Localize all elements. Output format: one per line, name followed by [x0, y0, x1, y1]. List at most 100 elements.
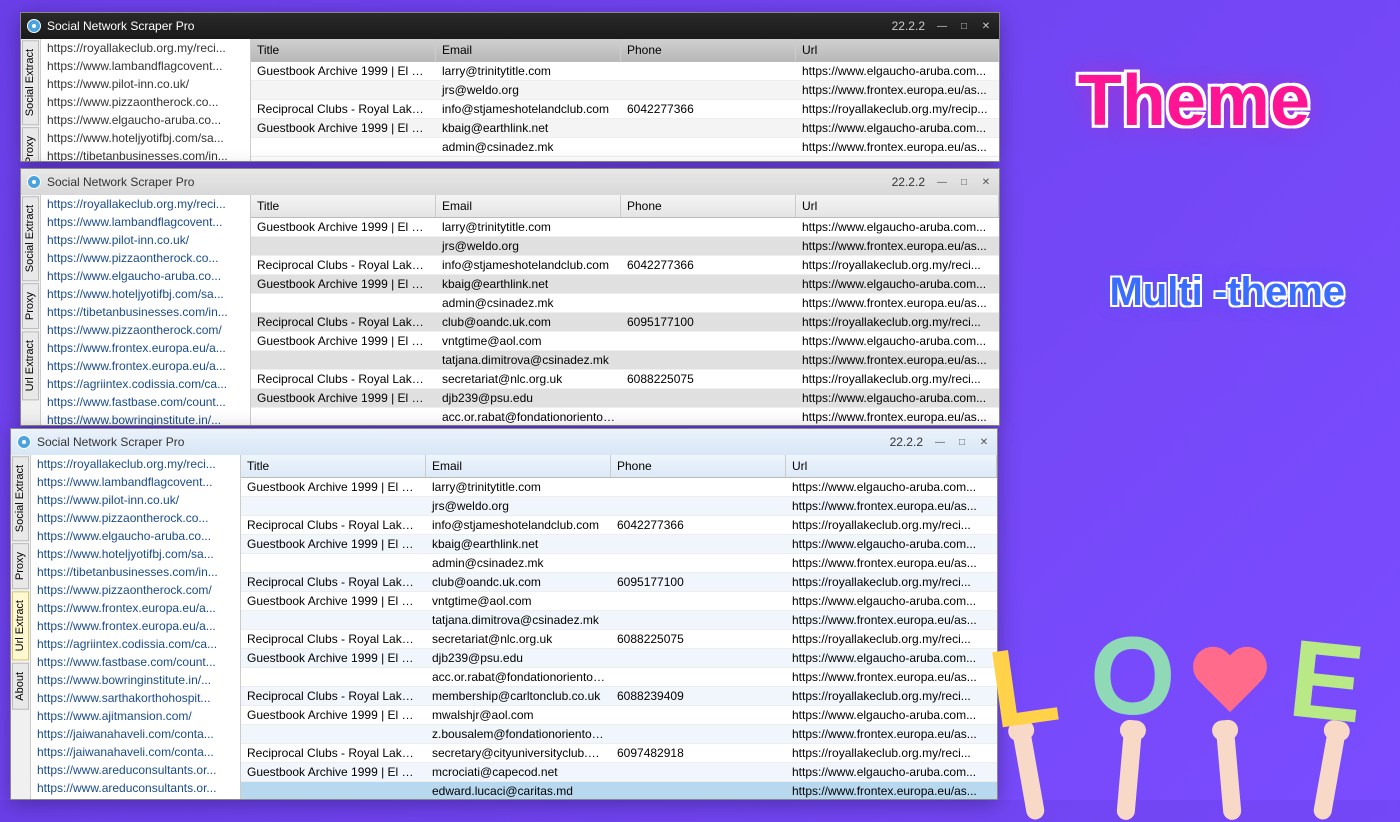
table-row[interactable]: Guestbook Archive 1999 | El Gauc...djb23… [251, 389, 999, 408]
url-item[interactable]: https://jaiwanahaveli.com/conta... [31, 743, 240, 761]
url-list[interactable]: https://royallakeclub.org.my/reci...http… [41, 195, 251, 425]
url-item[interactable]: https://www.hoteljyotifbj.com/sa... [41, 285, 250, 303]
col-url[interactable]: Url [786, 455, 997, 477]
url-item[interactable]: https://www.pizzaontherock.co... [41, 249, 250, 267]
table-row[interactable]: Reciprocal Clubs - Royal Lake Clu...secr… [241, 630, 997, 649]
tab-social-extract[interactable]: Social Extract [22, 196, 39, 281]
col-title[interactable]: Title [241, 455, 426, 477]
col-email[interactable]: Email [426, 455, 611, 477]
url-item[interactable]: https://royallakeclub.org.my/reci... [31, 455, 240, 473]
maximize-button[interactable]: □ [957, 19, 971, 33]
table-row[interactable]: Guestbook Archive 1999 | El Gauc...larry… [251, 218, 999, 237]
url-item[interactable]: https://www.fastbase.com/count... [41, 393, 250, 411]
url-item[interactable]: https://www.elgaucho-aruba.co... [41, 267, 250, 285]
url-item[interactable]: https://www.frontex.europa.eu/a... [31, 599, 240, 617]
url-item[interactable]: https://agriintex.codissia.com/ca... [31, 635, 240, 653]
table-row[interactable]: Guestbook Archive 1999 | El Gauc...kbaig… [251, 119, 999, 138]
tab-proxy[interactable]: Proxy [12, 543, 29, 589]
url-item[interactable]: https://www.hoteljyotifbj.com/sa... [31, 545, 240, 563]
url-item[interactable]: https://www.ajitmansion.com/ [31, 707, 240, 725]
url-item[interactable]: https://www.elgaucho-aruba.co... [41, 111, 250, 129]
table-row[interactable]: jrs@weldo.orghttps://www.frontex.europa.… [251, 81, 999, 100]
url-item[interactable]: https://www.bowringinstitute.in/... [31, 671, 240, 689]
table-row[interactable]: edward.lucaci@caritas.mdhttps://www.fron… [241, 782, 997, 799]
table-row[interactable]: Guestbook Archive 1999 | El Gauc...djb23… [241, 649, 997, 668]
table-row[interactable]: Guestbook Archive 1999 | El Gauc...larry… [241, 478, 997, 497]
table-row[interactable]: Guestbook Archive 1999 | El Gauc...kbaig… [251, 275, 999, 294]
url-list[interactable]: https://royallakeclub.org.my/reci...http… [31, 455, 241, 799]
url-item[interactable]: https://www.pizzaontherock.com/ [31, 581, 240, 599]
table-row[interactable]: jrs@weldo.orghttps://www.frontex.europa.… [251, 237, 999, 256]
col-phone[interactable]: Phone [621, 39, 796, 61]
minimize-button[interactable]: — [935, 175, 949, 189]
table-row[interactable]: Reciprocal Clubs - Royal Lake Clu...club… [241, 573, 997, 592]
col-phone[interactable]: Phone [621, 195, 796, 217]
col-phone[interactable]: Phone [611, 455, 786, 477]
close-button[interactable]: ✕ [977, 435, 991, 449]
tab-proxy[interactable]: Proxy [22, 283, 39, 329]
url-item[interactable]: https://www.frontex.europa.eu/a... [41, 339, 250, 357]
url-item[interactable]: https://www.bowringinstitute.in/... [41, 411, 250, 425]
tab-url-extract[interactable]: Url Extract [12, 591, 29, 660]
url-item[interactable]: https://www.pilot-inn.co.uk/ [41, 231, 250, 249]
table-row[interactable]: admin@csinadez.mkhttps://www.frontex.eur… [241, 554, 997, 573]
table-row[interactable]: acc.or.rabat@fondationorientocci...https… [251, 408, 999, 425]
table-row[interactable]: tatjana.dimitrova@csinadez.mkhttps://www… [241, 611, 997, 630]
url-item[interactable]: https://www.lambandflagcovent... [41, 213, 250, 231]
titlebar[interactable]: Social Network Scraper Pro 22.2.2 — □ ✕ [11, 429, 997, 455]
url-item[interactable]: https://www.lambandflagcovent... [41, 57, 250, 75]
tab-social-extract[interactable]: Social Extract [22, 40, 39, 125]
table-row[interactable]: Guestbook Archive 1999 | El Gauc...mcroc… [241, 763, 997, 782]
table-row[interactable]: Reciprocal Clubs - Royal Lake Clu...secr… [251, 370, 999, 389]
tab-about[interactable]: About [12, 663, 29, 710]
table-row[interactable]: acc.or.rabat@fondationorientocci...https… [241, 668, 997, 687]
col-url[interactable]: Url [796, 195, 999, 217]
table-row[interactable]: Reciprocal Clubs - Royal Lake Clu...info… [241, 516, 997, 535]
url-item[interactable]: https://tibetanbusinesses.com/in... [41, 147, 250, 161]
url-item[interactable]: https://www.sarthakorthohospit... [31, 689, 240, 707]
table-row[interactable]: Guestbook Archive 1999 | El Gauc...vntgt… [241, 592, 997, 611]
maximize-button[interactable]: □ [955, 435, 969, 449]
minimize-button[interactable]: — [933, 435, 947, 449]
titlebar[interactable]: Social Network Scraper Pro 22.2.2 — □ ✕ [21, 169, 999, 195]
url-item[interactable]: https://www.bijayniwaspalace.c... [31, 797, 240, 799]
table-row[interactable]: Guestbook Archive 1999 | El Gauc...larry… [251, 62, 999, 81]
table-row[interactable]: z.bousalem@fondationorientocci...https:/… [241, 725, 997, 744]
url-item[interactable]: https://www.areduconsultants.or... [31, 779, 240, 797]
table-row[interactable]: admin@csinadez.mkhttps://www.frontex.eur… [251, 294, 999, 313]
tab-url-extract[interactable]: Url Extract [22, 331, 39, 400]
url-item[interactable]: https://www.frontex.europa.eu/a... [41, 357, 250, 375]
col-title[interactable]: Title [251, 195, 436, 217]
url-item[interactable]: https://www.fastbase.com/count... [31, 653, 240, 671]
url-item[interactable]: https://royallakeclub.org.my/reci... [41, 39, 250, 57]
col-email[interactable]: Email [436, 195, 621, 217]
url-item[interactable]: https://agriintex.codissia.com/ca... [41, 375, 250, 393]
table-row[interactable]: Reciprocal Clubs - Royal Lake Clu...club… [251, 313, 999, 332]
tab-proxy[interactable]: Proxy [22, 127, 39, 161]
url-item[interactable]: https://www.frontex.europa.eu/a... [31, 617, 240, 635]
col-email[interactable]: Email [436, 39, 621, 61]
table-row[interactable]: Guestbook Archive 1999 | El Gauc...vntgt… [251, 332, 999, 351]
minimize-button[interactable]: — [935, 19, 949, 33]
url-item[interactable]: https://www.hoteljyotifbj.com/sa... [41, 129, 250, 147]
table-row[interactable]: Reciprocal Clubs - Royal Lake Clu...memb… [241, 687, 997, 706]
table-row[interactable]: Guestbook Archive 1999 | El Gauc...mwals… [241, 706, 997, 725]
table-row[interactable]: Guestbook Archive 1999 | El Gauc...kbaig… [241, 535, 997, 554]
table-row[interactable]: admin@csinadez.mkhttps://www.frontex.eur… [251, 138, 999, 157]
table-row[interactable]: jrs@weldo.orghttps://www.frontex.europa.… [241, 497, 997, 516]
col-url[interactable]: Url [796, 39, 999, 61]
url-item[interactable]: https://www.areduconsultants.or... [31, 761, 240, 779]
url-item[interactable]: https://www.lambandflagcovent... [31, 473, 240, 491]
url-item[interactable]: https://www.elgaucho-aruba.co... [31, 527, 240, 545]
url-item[interactable]: https://royallakeclub.org.my/reci... [41, 195, 250, 213]
table-row[interactable]: Reciprocal Clubs - Royal Lake Clu...info… [251, 256, 999, 275]
col-title[interactable]: Title [251, 39, 436, 61]
titlebar[interactable]: Social Network Scraper Pro 22.2.2 — □ ✕ [21, 13, 999, 39]
table-row[interactable]: tatjana.dimitrova@csinadez.mkhttps://www… [251, 351, 999, 370]
maximize-button[interactable]: □ [957, 175, 971, 189]
url-list[interactable]: https://royallakeclub.org.my/reci...http… [41, 39, 251, 161]
table-row[interactable]: Reciprocal Clubs - Royal Lake Clu...info… [251, 100, 999, 119]
tab-social-extract[interactable]: Social Extract [12, 456, 29, 541]
url-item[interactable]: https://tibetanbusinesses.com/in... [31, 563, 240, 581]
table-row[interactable]: Reciprocal Clubs - Royal Lake Clu...secr… [241, 744, 997, 763]
